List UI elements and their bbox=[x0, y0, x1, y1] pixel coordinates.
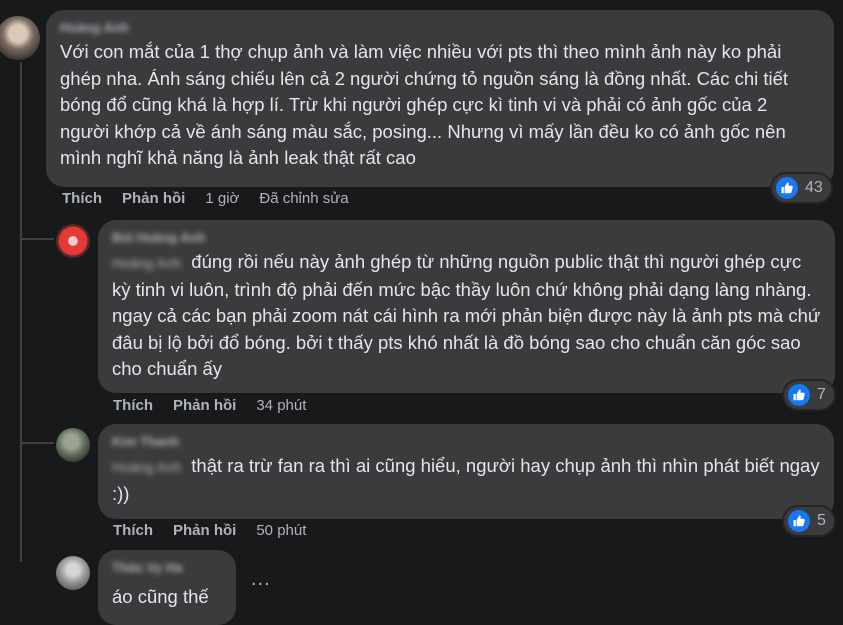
avatar[interactable] bbox=[56, 224, 90, 258]
edited-label[interactable]: Đã chỉnh sửa bbox=[259, 190, 348, 207]
reply-button[interactable]: Phản hồi bbox=[122, 190, 185, 207]
comment-actions: Thích Phản hồi 1 giờ Đã chỉnh sửa bbox=[62, 190, 369, 207]
reaction-badge[interactable]: 43 bbox=[772, 174, 831, 202]
reaction-badge[interactable]: 7 bbox=[784, 381, 834, 409]
mention-tag[interactable]: Hoàng Anh bbox=[112, 250, 181, 277]
avatar[interactable] bbox=[56, 556, 90, 590]
avatar[interactable] bbox=[56, 428, 90, 462]
like-button[interactable]: Thích bbox=[113, 522, 153, 539]
comment-author[interactable]: Bùi Hoàng Anh bbox=[112, 230, 821, 246]
avatar[interactable] bbox=[0, 16, 40, 60]
thumbs-up-icon bbox=[788, 384, 810, 406]
comment-bubble: Thảo Vy Ha áo cũng thế bbox=[98, 550, 236, 625]
comment-body: Hoàng Anh đúng rồi nếu này ảnh ghép từ nh… bbox=[112, 249, 821, 383]
thread-line-branch bbox=[20, 238, 54, 240]
reaction-count: 5 bbox=[817, 512, 826, 529]
more-options-icon[interactable]: ... bbox=[251, 568, 271, 591]
comment-bubble: Hoàng Anh Với con mắt của 1 thợ chụp ảnh… bbox=[46, 10, 834, 187]
reaction-count: 43 bbox=[805, 179, 823, 196]
comment-author[interactable]: Hoàng Anh bbox=[60, 20, 820, 36]
comment-timestamp[interactable]: 50 phút bbox=[256, 522, 306, 539]
reply-button[interactable]: Phản hồi bbox=[173, 522, 236, 539]
reaction-badge[interactable]: 5 bbox=[784, 507, 834, 535]
comment-text: Với con mắt của 1 thợ chụp ảnh và làm vi… bbox=[60, 41, 789, 168]
comment-text: áo cũng thế bbox=[112, 586, 209, 607]
reply-button[interactable]: Phản hồi bbox=[173, 397, 236, 414]
thread-line bbox=[20, 62, 22, 562]
comment-bubble: Kim Thanh Hoàng Anh thật ra trừ fan ra th… bbox=[98, 424, 834, 519]
comment-actions: Thích Phản hồi 50 phút bbox=[113, 522, 326, 539]
mention-tag[interactable]: Hoàng Anh bbox=[112, 454, 181, 481]
thumbs-up-icon bbox=[788, 510, 810, 532]
comment-body: Hoàng Anh thật ra trừ fan ra thì ai cũng … bbox=[112, 453, 820, 507]
comment-author[interactable]: Kim Thanh bbox=[112, 434, 820, 450]
like-button[interactable]: Thích bbox=[113, 397, 153, 414]
thread-line-branch bbox=[20, 442, 54, 444]
comment-timestamp[interactable]: 1 giờ bbox=[205, 190, 239, 207]
comment-bubble: Bùi Hoàng Anh Hoàng Anh đúng rồi nếu này … bbox=[98, 220, 835, 393]
comment-timestamp[interactable]: 34 phút bbox=[256, 397, 306, 414]
comment-author[interactable]: Thảo Vy Ha bbox=[112, 560, 222, 576]
comment-text: đúng rồi nếu này ảnh ghép từ những nguồn… bbox=[112, 251, 821, 379]
thumbs-up-icon bbox=[776, 177, 798, 199]
comment-text: thật ra trừ fan ra thì ai cũng hiểu, ngư… bbox=[112, 455, 820, 504]
comment-actions: Thích Phản hồi 34 phút bbox=[113, 397, 326, 414]
reaction-count: 7 bbox=[817, 386, 826, 403]
like-button[interactable]: Thích bbox=[62, 190, 102, 207]
